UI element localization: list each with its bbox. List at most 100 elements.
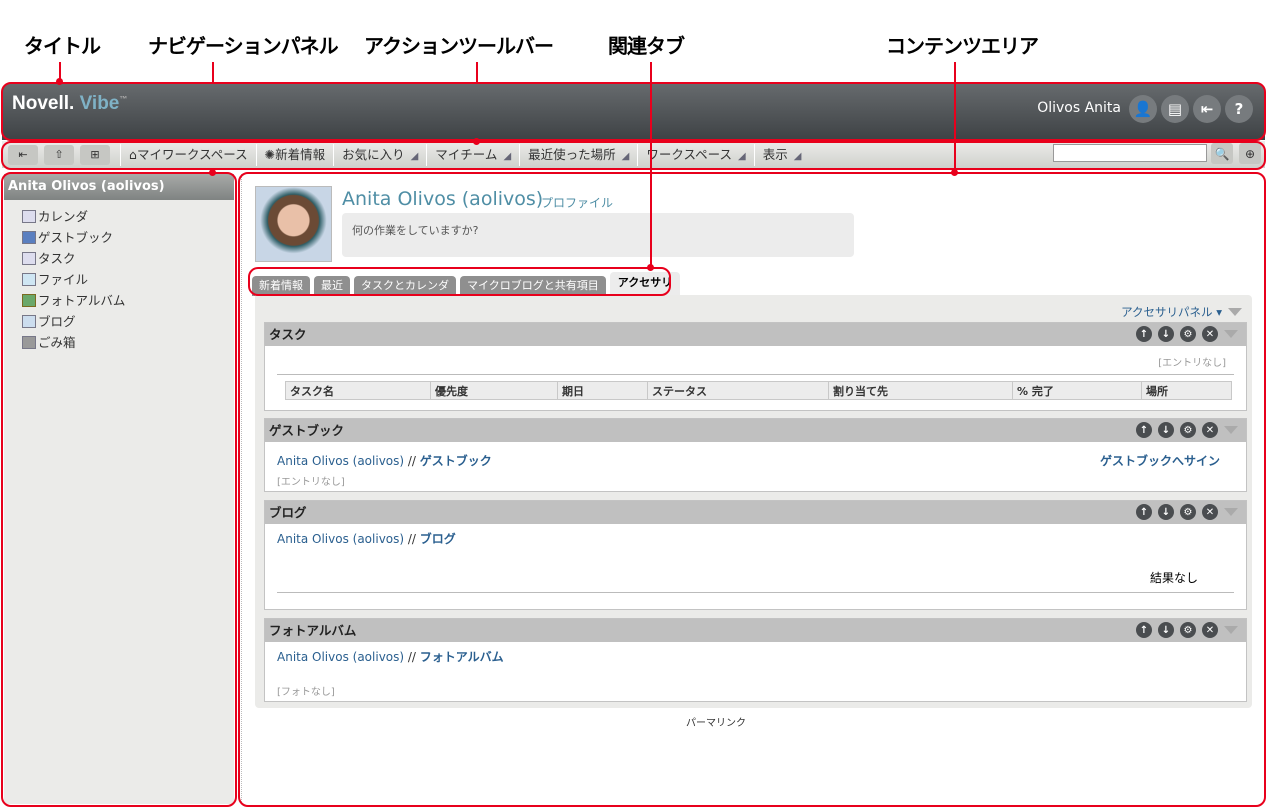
accessory-panel-menu[interactable]: アクセサリパネル ▾ xyxy=(1121,304,1222,320)
search-icon[interactable]: 🔍 xyxy=(1211,143,1233,164)
title-bar: Novell. Vibe™ Olivos Anita 👤 ▤ ⇤ ? xyxy=(2,83,1265,140)
callout-content: コンテンツエリア xyxy=(886,34,1039,58)
move-up-icon[interactable]: ↑ xyxy=(1136,622,1152,638)
sidebar-item-files[interactable]: ファイル xyxy=(4,269,234,290)
gear-icon[interactable]: ⚙ xyxy=(1180,326,1196,342)
collapse-icon[interactable] xyxy=(1224,508,1238,516)
move-down-icon[interactable]: ↓ xyxy=(1158,504,1174,520)
empty-text: [フォトなし] xyxy=(277,687,335,698)
section-title: タスク xyxy=(269,327,307,342)
collapse-icon[interactable] xyxy=(1224,330,1238,338)
related-tabs: 新着情報 最近 タスクとカレンダ マイクロブログと共有項目 アクセサリ xyxy=(252,272,681,296)
callout-nav: ナビゲーションパネル xyxy=(148,34,339,58)
move-up-icon[interactable]: ↑ xyxy=(1136,326,1152,342)
section-title: フォトアルバム xyxy=(269,623,357,638)
column-header[interactable]: 割り当て先 xyxy=(828,381,1013,400)
tree-icon[interactable]: ⊞ xyxy=(80,144,110,165)
move-down-icon[interactable]: ↓ xyxy=(1158,326,1174,342)
section-title: ブログ xyxy=(269,505,307,520)
upload-icon[interactable]: ⇧ xyxy=(44,144,74,165)
callout-toolbar: アクションツールバー xyxy=(364,34,554,58)
toolbar-workspaces[interactable]: ワークスペース ◢ xyxy=(637,143,753,166)
empty-text: 結果なし xyxy=(277,547,1234,593)
profile-link[interactable]: プロファイル xyxy=(541,194,613,211)
tab-whats-new[interactable]: 新着情報 xyxy=(252,276,310,296)
blog-section: ブログ ↑ ↓ ⚙ ✕ Anita Olivos (aolivos) // ブログ 結… xyxy=(264,500,1247,610)
sidebar-item-trash[interactable]: ごみ箱 xyxy=(4,332,234,353)
collapse-icon[interactable] xyxy=(1224,626,1238,634)
photo-album-link[interactable]: フォトアルバム xyxy=(420,650,504,664)
photo-album-section: フォトアルバム ↑ ↓ ⚙ ✕ Anita Olivos (aolivos) // フ… xyxy=(264,618,1247,702)
sidebar-item-blog[interactable]: ブログ xyxy=(4,311,234,332)
sidebar-item-calendar[interactable]: カレンダ xyxy=(4,206,234,227)
close-icon[interactable]: ✕ xyxy=(1202,422,1218,438)
user-check-icon[interactable]: 👤 xyxy=(1129,95,1157,123)
close-icon[interactable]: ✕ xyxy=(1202,326,1218,342)
sidebar-item-photo-album[interactable]: フォトアルバム xyxy=(4,290,234,311)
menu-arrow-icon: ◢ xyxy=(738,150,746,162)
callout-title: タイトル xyxy=(24,34,101,58)
novell-vibe-logo: Novell. Vibe™ xyxy=(12,93,128,114)
tab-recent[interactable]: 最近 xyxy=(314,276,350,296)
annotation-dot xyxy=(473,138,480,145)
owner-link[interactable]: Anita Olivos (aolivos) xyxy=(277,650,404,664)
status-input[interactable]: 何の作業をしていますか? xyxy=(342,213,854,257)
guestbook-link[interactable]: ゲストブック xyxy=(420,454,492,468)
help-icon[interactable]: ? xyxy=(1225,95,1253,123)
search-input[interactable] xyxy=(1053,144,1207,162)
annotation-dot xyxy=(647,264,654,271)
annotation-dot xyxy=(951,169,958,176)
owner-link[interactable]: Anita Olivos (aolivos) xyxy=(277,532,404,546)
advanced-search-icon[interactable]: ⊕ xyxy=(1239,143,1261,164)
column-header[interactable]: % 完了 xyxy=(1012,381,1142,400)
guestbook-icon xyxy=(22,231,36,244)
profile-name[interactable]: Anita Olivos (aolivos) xyxy=(342,188,543,210)
back-icon[interactable]: ⇤ xyxy=(8,144,38,165)
move-down-icon[interactable]: ↓ xyxy=(1158,422,1174,438)
navigation-panel: Anita Olivos (aolivos) カレンダ ゲストブック タスク フ… xyxy=(4,174,234,804)
toolbar-my-teams[interactable]: マイチーム ◢ xyxy=(426,143,519,166)
close-icon[interactable]: ✕ xyxy=(1202,622,1218,638)
collapse-icon[interactable] xyxy=(1228,308,1242,316)
logout-icon[interactable]: ⇤ xyxy=(1193,95,1221,123)
tab-accessories[interactable]: アクセサリ xyxy=(609,272,681,296)
gear-icon[interactable]: ⚙ xyxy=(1180,422,1196,438)
column-header[interactable]: ステータス xyxy=(647,381,829,400)
toolbar-view[interactable]: 表示 ◢ xyxy=(753,143,810,166)
close-icon[interactable]: ✕ xyxy=(1202,504,1218,520)
avatar xyxy=(255,186,332,262)
permalink[interactable]: パーマリンク xyxy=(0,714,1267,729)
tab-microblog[interactable]: マイクロブログと共有項目 xyxy=(460,276,606,296)
column-header[interactable]: タスク名 xyxy=(285,381,431,400)
accessory-panel: アクセサリパネル ▾ タスク ↑ ↓ ⚙ ✕ [エントリなし] タスク名 優先度 期日… xyxy=(255,295,1252,708)
toolbar-recent-places[interactable]: 最近使った場所 ◢ xyxy=(519,143,637,166)
column-header[interactable]: 場所 xyxy=(1141,381,1232,400)
gear-icon[interactable]: ⚙ xyxy=(1180,504,1196,520)
annotation-dot xyxy=(209,169,216,176)
trash-icon xyxy=(22,336,36,349)
toolbar-favorites[interactable]: お気に入り ◢ xyxy=(333,143,426,166)
column-header[interactable]: 優先度 xyxy=(430,381,558,400)
column-header[interactable]: 期日 xyxy=(557,381,648,400)
tab-tasks-calendar[interactable]: タスクとカレンダ xyxy=(354,276,456,296)
collapse-icon[interactable] xyxy=(1224,426,1238,434)
document-icon[interactable]: ▤ xyxy=(1161,95,1189,123)
move-down-icon[interactable]: ↓ xyxy=(1158,622,1174,638)
guestbook-section: ゲストブック ↑ ↓ ⚙ ✕ Anita Olivos (aolivos) // ゲス… xyxy=(264,418,1247,492)
file-icon xyxy=(22,273,36,286)
sidebar-item-guestbook[interactable]: ゲストブック xyxy=(4,227,234,248)
empty-text: [エントリなし] xyxy=(277,477,345,488)
toolbar-whats-new[interactable]: ✺新着情報 xyxy=(255,143,334,166)
sign-guestbook-link[interactable]: ゲストブックへサイン xyxy=(1100,452,1220,469)
sidebar-title[interactable]: Anita Olivos (aolivos) xyxy=(4,174,234,200)
toolbar-my-workspace[interactable]: ⌂マイワークスペース xyxy=(120,143,256,166)
blog-link[interactable]: ブログ xyxy=(420,532,456,546)
sidebar-item-tasks[interactable]: タスク xyxy=(4,248,234,269)
blog-icon xyxy=(22,315,36,328)
owner-link[interactable]: Anita Olivos (aolivos) xyxy=(277,454,404,468)
menu-arrow-icon: ◢ xyxy=(503,150,512,162)
move-up-icon[interactable]: ↑ xyxy=(1136,422,1152,438)
gear-icon[interactable]: ⚙ xyxy=(1180,622,1196,638)
move-up-icon[interactable]: ↑ xyxy=(1136,504,1152,520)
user-name[interactable]: Olivos Anita xyxy=(1037,100,1121,116)
